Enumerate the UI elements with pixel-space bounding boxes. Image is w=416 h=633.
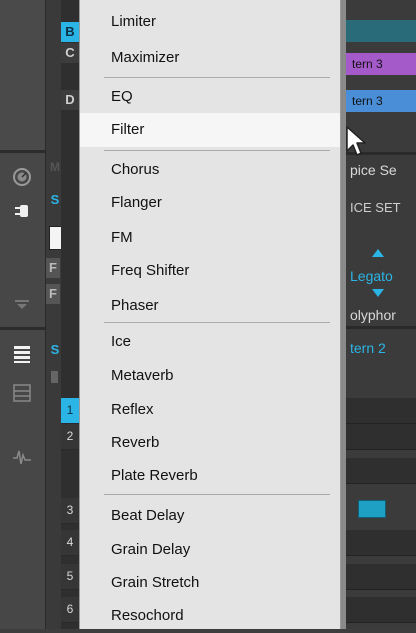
effects-menu: Limiter Maximizer EQ Filter Chorus Flang… xyxy=(79,0,366,629)
pad-number[interactable]: 5 xyxy=(61,564,79,590)
divider xyxy=(346,326,416,329)
menu-item-limiter[interactable]: Limiter xyxy=(80,5,340,39)
sequencer-row[interactable] xyxy=(346,424,416,450)
menu-item-grain-stretch[interactable]: Grain Stretch xyxy=(80,566,340,600)
pattern-grid-header xyxy=(346,20,416,42)
menu-separator xyxy=(104,150,330,151)
collapse-arrow-icon[interactable] xyxy=(12,294,32,314)
menu-item-fm[interactable]: FM xyxy=(80,221,340,255)
menu-item-freq-shifter[interactable]: Freq Shifter xyxy=(80,254,340,288)
plug-icon[interactable] xyxy=(12,201,32,221)
menu-item-chorus[interactable]: Chorus xyxy=(80,153,340,187)
menu-item-grain-delay[interactable]: Grain Delay xyxy=(80,533,340,567)
sound-letter[interactable]: F xyxy=(46,258,60,278)
pad-number[interactable]: 3 xyxy=(61,498,79,524)
menu-item-beat-delay[interactable]: Beat Delay xyxy=(80,499,340,533)
note-cell[interactable] xyxy=(358,500,386,518)
sound-letter[interactable]: F xyxy=(46,284,60,304)
menu-item-filter[interactable]: Filter xyxy=(80,113,340,147)
mouse-pointer-icon xyxy=(346,126,366,156)
voice-settings-tab[interactable]: pice Se xyxy=(350,162,416,178)
menu-separator xyxy=(104,77,330,78)
pad-number[interactable]: 2 xyxy=(61,424,79,450)
sequencer-row[interactable] xyxy=(346,597,416,623)
menu-item-ice[interactable]: Ice xyxy=(80,325,340,359)
polyphony-label: olyphor xyxy=(350,307,396,323)
arrow-up-icon[interactable] xyxy=(372,249,384,257)
pad-number[interactable]: 6 xyxy=(61,597,79,623)
group-letter: D xyxy=(65,92,75,107)
menu-separator xyxy=(104,494,330,495)
left-icon-strip xyxy=(0,0,46,629)
speaker-icon xyxy=(51,371,58,383)
pattern-label[interactable]: tern 2 xyxy=(350,340,416,356)
arrow-down-icon[interactable] xyxy=(372,289,384,297)
menu-item-flanger[interactable]: Flanger xyxy=(80,186,340,220)
menu-item-eq[interactable]: EQ xyxy=(80,80,340,114)
sequencer-row[interactable] xyxy=(346,458,416,484)
menu-separator xyxy=(104,322,330,323)
pad-number[interactable]: 4 xyxy=(61,530,79,556)
menu-item-plate-reverb[interactable]: Plate Reverb xyxy=(80,459,340,493)
knob-icon[interactable] xyxy=(12,167,32,187)
group-slot[interactable]: C xyxy=(61,43,79,63)
pad-number[interactable]: 1 xyxy=(61,398,79,424)
pattern-bar[interactable]: tern 3 xyxy=(346,53,416,75)
waveform-icon[interactable] xyxy=(12,447,32,467)
menu-item-reverb[interactable]: Reverb xyxy=(80,426,340,460)
menu-scrollbar[interactable] xyxy=(341,0,346,629)
menu-item-resochord[interactable]: Resochord xyxy=(80,599,340,633)
menu-item-maximizer[interactable]: Maximizer xyxy=(80,41,340,75)
menu-item-phaser[interactable]: Phaser xyxy=(80,289,340,323)
right-panel: tern 3 tern 3 pice Se ICE SET Legato oly… xyxy=(346,0,416,629)
sequencer-row[interactable] xyxy=(346,530,416,556)
keyboard-view-icon[interactable] xyxy=(12,383,32,403)
voice-settings-header: ICE SET xyxy=(350,200,401,215)
sequencer-row[interactable] xyxy=(346,564,416,590)
sound-slot-column: M S F F S xyxy=(46,0,62,629)
pattern-view-icon[interactable] xyxy=(12,344,32,364)
mode-value[interactable]: Legato xyxy=(350,268,416,284)
sequencer-row[interactable] xyxy=(346,398,416,424)
group-letter: C xyxy=(65,45,75,60)
group-letter: B xyxy=(65,24,75,39)
group-slot-selected[interactable]: B xyxy=(61,22,79,42)
menu-item-metaverb[interactable]: Metaverb xyxy=(80,359,340,393)
menu-item-reflex[interactable]: Reflex xyxy=(80,393,340,427)
pattern-bar[interactable]: tern 3 xyxy=(346,90,416,112)
group-slot[interactable]: D xyxy=(61,90,79,110)
